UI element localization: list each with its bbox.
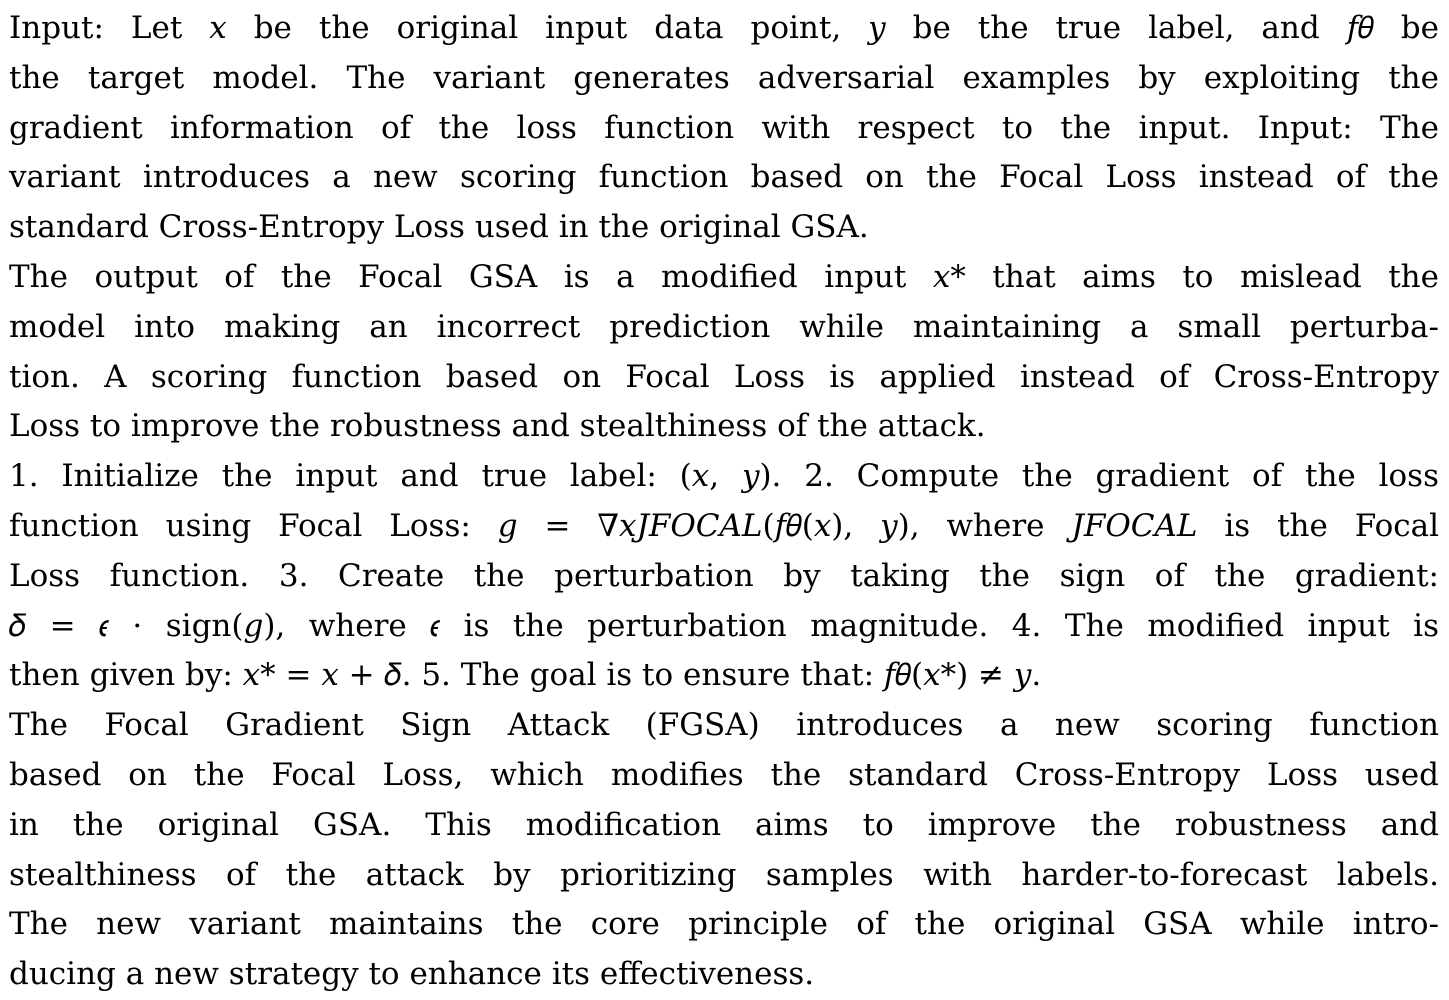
text-line: The output of the Focal GSA is a modifie… [9,258,1439,295]
text-line: then given by: 𝑥* = 𝑥 + 𝛿. 5. The goal i… [9,657,1042,694]
text-line: model into making an incorrect predictio… [9,308,1439,345]
document-body: Input: Let 𝑥 be the original input data … [9,4,1439,1000]
text-line: Input: Let 𝑥 be the original input data … [9,10,1439,46]
text-line: tion. A scoring function based on Focal … [9,358,1439,395]
text-line: standard Cross-Entropy Loss used in the … [9,209,869,246]
paragraph-algorithm-steps: 1. Initialize the input and true label: … [9,452,1439,701]
text-line: stealthiness of the attack by prioritizi… [9,856,1439,893]
paragraph-output-description: The output of the Focal GSA is a modifie… [9,253,1439,452]
text-line: 𝛿 = 𝜖 · sign(𝑔), where 𝜖 is the perturba… [9,607,1439,644]
document-page: { "document": { "paragraphs": [ { "lines… [0,0,1449,1000]
text-line: based on the Focal Loss, which modifies … [9,756,1439,793]
text-line: Loss function. 3. Create the perturbatio… [9,557,1439,594]
text-line: in the original GSA. This modification a… [9,806,1439,843]
text-line: the target model. The variant generates … [9,59,1439,96]
text-line: gradient information of the loss functio… [9,109,1439,146]
text-line: function using Focal Loss: 𝑔 = ∇𝑥𝐽𝐹𝑂𝐶𝐴𝐿(… [9,507,1439,544]
paragraph-input-definition: Input: Let 𝑥 be the original input data … [9,4,1439,253]
paragraph-fgsa-summary: The Focal Gradient Sign Attack (FGSA) in… [9,701,1439,1000]
text-line: The Focal Gradient Sign Attack (FGSA) in… [9,707,1439,744]
text-line: variant introduces a new scoring functio… [9,159,1439,196]
text-line: Loss to improve the robustness and steal… [9,408,986,445]
text-line: ducing a new strategy to enhance its eff… [9,956,815,993]
text-line: 1. Initialize the input and true label: … [9,458,1439,495]
text-line: The new variant maintains the core princ… [9,906,1439,943]
